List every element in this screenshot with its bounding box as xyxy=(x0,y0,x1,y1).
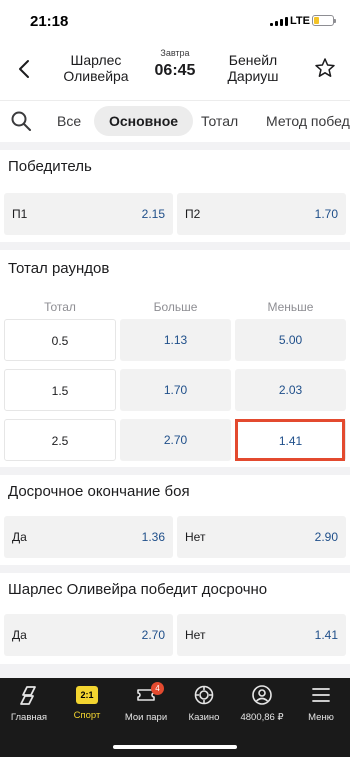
column-header-under: Меньше xyxy=(267,300,314,314)
outcome-label: П2 xyxy=(185,207,201,221)
outcome-label: Да xyxy=(12,628,27,642)
section-title-early-win: Шарлес Оливейра победит досрочно xyxy=(8,581,268,598)
network-label: LTE xyxy=(290,15,310,27)
favorite-star-icon[interactable] xyxy=(314,57,336,79)
outcome-label: Да xyxy=(12,530,27,544)
nav-label: Главная xyxy=(10,712,48,723)
battery-icon xyxy=(312,15,336,26)
odd-value: 1.13 xyxy=(163,333,188,347)
tab-all[interactable]: Все xyxy=(57,106,81,136)
section-gap xyxy=(0,467,350,475)
section-title-winner: Победитель xyxy=(8,158,92,175)
odd-value: 2.70 xyxy=(163,433,188,447)
total-line-value: 2.5 xyxy=(51,434,69,448)
nav-item-casino[interactable]: Казино xyxy=(175,684,233,723)
nav-item-my-bets[interactable]: 4 Мои пари xyxy=(117,682,175,723)
tab-total[interactable]: Тотал xyxy=(201,106,238,136)
match-time: 06:45 xyxy=(154,62,196,79)
odd-cell-under[interactable]: 2.03 xyxy=(235,369,346,411)
match-header: Шарлес Оливейра Завтра 06:45 Бенейл Дари… xyxy=(0,44,350,100)
tab-win-method[interactable]: Метод победы xyxy=(266,106,350,136)
odd-value: 1.41 xyxy=(314,628,338,642)
nav-item-home[interactable]: Главная xyxy=(0,684,58,723)
odd-value: 1.41 xyxy=(278,434,303,448)
search-icon[interactable] xyxy=(10,110,32,132)
odd-value: 2.90 xyxy=(314,530,338,544)
back-arrow-icon[interactable] xyxy=(14,58,36,80)
nav-item-balance[interactable]: 4800,86 ₽ xyxy=(233,684,291,723)
odd-value: 2.03 xyxy=(278,383,303,397)
odd-cell-over[interactable]: 2.70 xyxy=(120,419,231,461)
section-gap xyxy=(0,142,350,150)
team-away-name: Бенейл Дариуш xyxy=(227,52,279,84)
odd-cell-p1[interactable]: П1 2.15 xyxy=(4,193,173,235)
total-line-value: 1.5 xyxy=(51,384,69,398)
column-header-total: Тотал xyxy=(44,300,76,314)
bets-count-badge: 4 xyxy=(151,682,164,695)
odd-value: 2.70 xyxy=(141,628,165,642)
outcome-label: П1 xyxy=(12,207,28,221)
scoreboard-icon: 2:1 xyxy=(76,686,98,704)
hamburger-menu-icon xyxy=(312,688,330,702)
odd-value: 1.70 xyxy=(314,207,338,221)
odd-cell-under[interactable]: 5.00 xyxy=(235,319,346,361)
total-line-cell: 2.5 xyxy=(4,419,116,461)
casino-chip-icon xyxy=(194,685,214,705)
odd-value: 2.15 xyxy=(141,207,165,221)
odd-cell-yes[interactable]: Да 1.36 xyxy=(4,516,173,558)
odd-cell-p2[interactable]: П2 1.70 xyxy=(177,193,346,235)
nav-item-sport[interactable]: 2:1 Спорт xyxy=(58,684,116,721)
odd-cell-over[interactable]: 1.70 xyxy=(120,369,231,411)
total-line-cell: 0.5 xyxy=(4,319,116,361)
odd-cell-over[interactable]: 1.13 xyxy=(120,319,231,361)
tab-main[interactable]: Основное xyxy=(94,106,194,136)
screen: 21:18 LTE Шарлес Оливейра Завтра 06:45 Б… xyxy=(0,0,350,757)
home-indicator xyxy=(113,745,237,749)
divider xyxy=(0,100,350,101)
balance-label: 4800,86 ₽ xyxy=(240,712,284,723)
status-time: 21:18 xyxy=(30,13,69,30)
nav-item-menu[interactable]: Меню xyxy=(292,684,350,723)
section-gap xyxy=(0,565,350,573)
match-day: Завтра xyxy=(160,48,190,58)
outcome-label: Нет xyxy=(185,628,206,642)
section-title-early-finish: Досрочное окончание боя xyxy=(8,483,190,500)
odd-cell-under-selected[interactable]: 1.41 xyxy=(235,419,346,461)
nav-label: Мои пари xyxy=(124,712,168,723)
market-tabs: Все Основное Тотал Метод победы xyxy=(0,104,350,138)
match-time-block: Завтра 06:45 xyxy=(140,48,210,80)
team-home-name: Шарлес Оливейра xyxy=(63,52,129,84)
total-line-value: 0.5 xyxy=(51,334,69,348)
odd-value: 5.00 xyxy=(278,333,303,347)
odd-value: 1.36 xyxy=(141,530,165,544)
odd-value: 1.70 xyxy=(163,383,188,397)
home-logo-icon xyxy=(20,686,36,705)
total-line-cell: 1.5 xyxy=(4,369,116,411)
status-bar: 21:18 LTE xyxy=(0,0,350,44)
nav-label: Спорт xyxy=(73,710,101,721)
odd-cell-yes[interactable]: Да 2.70 xyxy=(4,614,173,656)
column-header-over: Больше xyxy=(153,300,198,314)
nav-label: Меню xyxy=(308,712,334,723)
section-gap xyxy=(0,664,350,678)
odd-cell-no[interactable]: Нет 1.41 xyxy=(177,614,346,656)
outcome-label: Нет xyxy=(185,530,206,544)
section-gap xyxy=(0,242,350,250)
odd-cell-no[interactable]: Нет 2.90 xyxy=(177,516,346,558)
section-title-total-rounds: Тотал раундов xyxy=(8,260,110,277)
nav-label: Казино xyxy=(188,712,220,723)
profile-icon xyxy=(252,685,272,705)
signal-icon xyxy=(270,17,288,26)
